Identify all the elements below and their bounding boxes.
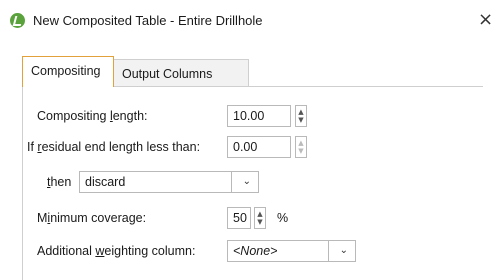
spin-down-icon[interactable]: ▼ [298,116,303,124]
minimum-coverage-spinner[interactable]: ▲ ▼ [254,207,266,229]
spin-up-icon[interactable]: ▲ [257,210,262,218]
then-action-value: discard [85,175,126,189]
weighting-column-label: Additional weighting column: [37,244,196,258]
tab-bar: Compositing Output Columns [22,56,482,87]
then-label: then [47,175,72,189]
combo-divider [328,241,329,261]
weighting-column-value: <None> [233,244,278,258]
minimum-coverage-label: Minimum coverage: [37,211,147,225]
then-action-select[interactable]: discard ⌄ [79,171,259,193]
tab-compositing[interactable]: Compositing [22,56,114,87]
title-bar: New Composited Table - Entire Drillhole … [0,0,494,44]
compositing-length-input[interactable]: 10.00 [227,105,291,127]
residual-length-input[interactable]: 0.00 [227,136,291,158]
compositing-panel: Compositing length: 10.00 ▲ ▼ If residua… [22,86,483,280]
chevron-down-icon[interactable]: ⌄ [340,241,348,261]
combo-divider [231,172,232,192]
tab-output-columns[interactable]: Output Columns [114,59,249,87]
spin-down-icon[interactable]: ▼ [298,147,303,155]
spin-up-icon[interactable]: ▲ [298,108,303,116]
residual-length-label: If residual end length less than: [27,140,201,154]
chevron-down-icon[interactable]: ⌄ [243,172,251,192]
compositing-length-label: Compositing length: [37,109,148,123]
residual-length-spinner[interactable]: ▲ ▼ [295,136,307,158]
app-icon [10,13,25,28]
compositing-length-spinner[interactable]: ▲ ▼ [295,105,307,127]
minimum-coverage-input[interactable]: 50 [227,207,251,229]
spin-up-icon[interactable]: ▲ [298,139,303,147]
close-icon[interactable]: × [478,9,493,30]
spin-down-icon[interactable]: ▼ [257,218,262,226]
window-title: New Composited Table - Entire Drillhole [33,13,263,28]
weighting-column-select[interactable]: <None> ⌄ [227,240,356,262]
percent-unit: % [277,211,289,225]
